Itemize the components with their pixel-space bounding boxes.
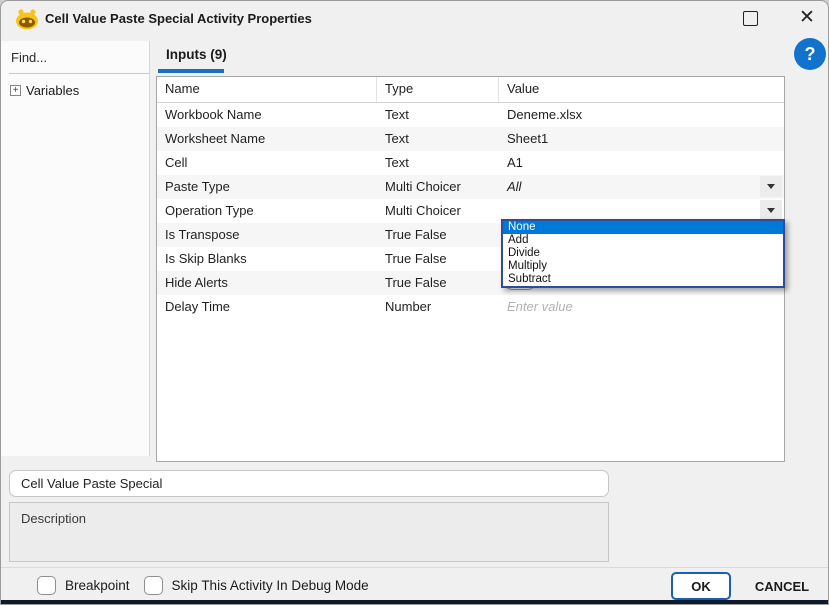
- cell-value[interactable]: Deneme.xlsx: [499, 103, 784, 127]
- cell-type: Multi Choicer: [377, 199, 499, 223]
- dialog-window: Cell Value Paste Special Activity Proper…: [0, 0, 829, 605]
- dropdown-item-multiply[interactable]: Multiply: [503, 260, 783, 273]
- cell-name: Worksheet Name: [157, 127, 377, 151]
- window-bottom-edge: [1, 600, 828, 604]
- window-title: Cell Value Paste Special Activity Proper…: [45, 11, 312, 26]
- chevron-down-icon: [767, 184, 775, 189]
- column-header-value: Value: [499, 77, 784, 102]
- cell-type: True False: [377, 271, 499, 295]
- description-placeholder: Description: [21, 511, 86, 526]
- cell-name: Workbook Name: [157, 103, 377, 127]
- ok-button[interactable]: OK: [671, 572, 731, 600]
- cell-name: Hide Alerts: [157, 271, 377, 295]
- choicer-value: All: [507, 179, 521, 194]
- cell-value[interactable]: A1: [499, 151, 784, 175]
- column-header-name: Name: [157, 77, 377, 102]
- expand-plus-icon[interactable]: +: [10, 85, 21, 96]
- cell-type: Text: [377, 127, 499, 151]
- breakpoint-label: Breakpoint: [65, 578, 130, 593]
- dropdown-button[interactable]: [760, 176, 782, 197]
- grid-row-workbook-name: Workbook NameText Deneme.xlsx: [157, 103, 784, 127]
- cancel-button[interactable]: CANCEL: [745, 572, 819, 600]
- value-text: Sheet1: [507, 131, 548, 146]
- value-placeholder: Enter value: [507, 299, 573, 314]
- cell-type: True False: [377, 247, 499, 271]
- breakpoint-checkbox[interactable]: [37, 576, 56, 595]
- sidebar-item-variables[interactable]: + Variables: [10, 83, 149, 98]
- cell-type: Number: [377, 295, 499, 319]
- grid-row-delay-time: Delay TimeNumber Enter value: [157, 295, 784, 319]
- value-text: A1: [507, 155, 523, 170]
- description-textarea[interactable]: Description: [9, 502, 609, 562]
- activity-name-input[interactable]: Cell Value Paste Special: [9, 470, 609, 497]
- chevron-down-icon: [767, 208, 775, 213]
- cell-value[interactable]: All: [499, 175, 784, 199]
- find-input[interactable]: Find...: [9, 41, 149, 74]
- robot-app-icon: [14, 8, 40, 30]
- cell-name: Paste Type: [157, 175, 377, 199]
- grid-row-cell: CellText A1: [157, 151, 784, 175]
- value-text: Deneme.xlsx: [507, 107, 582, 122]
- close-button[interactable]: ✕: [795, 6, 819, 30]
- dropdown-item-none[interactable]: None: [503, 221, 783, 234]
- cell-name: Is Skip Blanks: [157, 247, 377, 271]
- skip-debug-checkbox[interactable]: [144, 576, 163, 595]
- operation-type-dropdown: NoneAddDivideMultiplySubtract: [501, 219, 785, 288]
- tab-active-indicator: [158, 69, 224, 73]
- cell-name: Operation Type: [157, 199, 377, 223]
- close-icon: ✕: [799, 7, 815, 28]
- maximize-button[interactable]: [743, 11, 758, 26]
- dropdown-button[interactable]: [760, 200, 782, 221]
- dropdown-item-subtract[interactable]: Subtract: [503, 273, 783, 286]
- cell-type: Multi Choicer: [377, 175, 499, 199]
- grid-row-worksheet-name: Worksheet NameText Sheet1: [157, 127, 784, 151]
- cell-type: Text: [377, 151, 499, 175]
- cell-type: True False: [377, 223, 499, 247]
- title-bar: Cell Value Paste Special Activity Proper…: [1, 1, 828, 37]
- variables-label: Variables: [26, 83, 79, 98]
- tab-inputs[interactable]: Inputs (9): [166, 47, 227, 62]
- dropdown-item-divide[interactable]: Divide: [503, 247, 783, 260]
- column-header-type: Type: [377, 77, 499, 102]
- grid-row-paste-type: Paste TypeMulti Choicer All: [157, 175, 784, 199]
- help-button[interactable]: ?: [794, 38, 826, 70]
- cell-name: Is Transpose: [157, 223, 377, 247]
- grid-header: Name Type Value: [157, 77, 784, 103]
- skip-debug-label: Skip This Activity In Debug Mode: [172, 578, 369, 593]
- cell-value[interactable]: Sheet1: [499, 127, 784, 151]
- cell-type: Text: [377, 103, 499, 127]
- help-icon: ?: [805, 44, 816, 65]
- cell-value[interactable]: Enter value: [499, 295, 784, 319]
- dropdown-item-add[interactable]: Add: [503, 234, 783, 247]
- sidebar: Find... + Variables: [1, 41, 150, 456]
- cell-name: Delay Time: [157, 295, 377, 319]
- cell-name: Cell: [157, 151, 377, 175]
